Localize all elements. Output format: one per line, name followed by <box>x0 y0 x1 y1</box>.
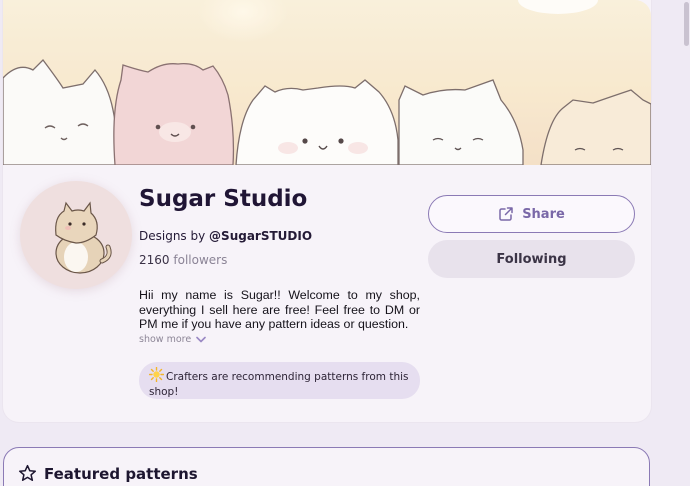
shop-profile-card: Sugar Studio Designs by @SugarSTUDIO 216… <box>3 0 651 422</box>
show-more-button[interactable]: show more <box>139 334 206 345</box>
following-label: Following <box>496 251 567 267</box>
chevron-down-icon <box>196 336 206 343</box>
followers-label: followers <box>173 253 228 267</box>
featured-patterns-title: Featured patterns <box>44 464 198 483</box>
sun-sparkle-icon <box>148 366 165 386</box>
shop-bio: Hii my name is Sugar!! Welcome to my sho… <box>139 288 420 332</box>
designs-by-label: Designs by <box>139 229 206 243</box>
shop-banner-image <box>3 0 651 165</box>
following-button[interactable]: Following <box>428 240 635 278</box>
show-more-label: show more <box>139 334 192 345</box>
featured-patterns-header: Featured patterns <box>18 464 198 483</box>
designer-credit: Designs by @SugarSTUDIO <box>139 229 312 243</box>
recommendation-badge: Crafters are recommending patterns from … <box>139 362 420 399</box>
followers-number: 2160 <box>139 253 170 267</box>
scrollbar-thumb[interactable] <box>684 2 689 46</box>
share-external-icon <box>499 207 513 221</box>
shop-name: Sugar Studio <box>139 186 308 212</box>
scrollbar[interactable] <box>682 0 690 486</box>
recommendation-text: Crafters are recommending patterns from … <box>149 371 409 398</box>
followers-count: 2160 followers <box>139 253 227 267</box>
designer-handle-link[interactable]: @SugarSTUDIO <box>209 229 312 243</box>
share-button[interactable]: Share <box>428 195 635 233</box>
shop-avatar <box>20 181 132 289</box>
featured-patterns-section: Featured patterns <box>3 447 650 486</box>
share-label: Share <box>522 206 565 222</box>
star-outline-icon <box>18 464 37 482</box>
